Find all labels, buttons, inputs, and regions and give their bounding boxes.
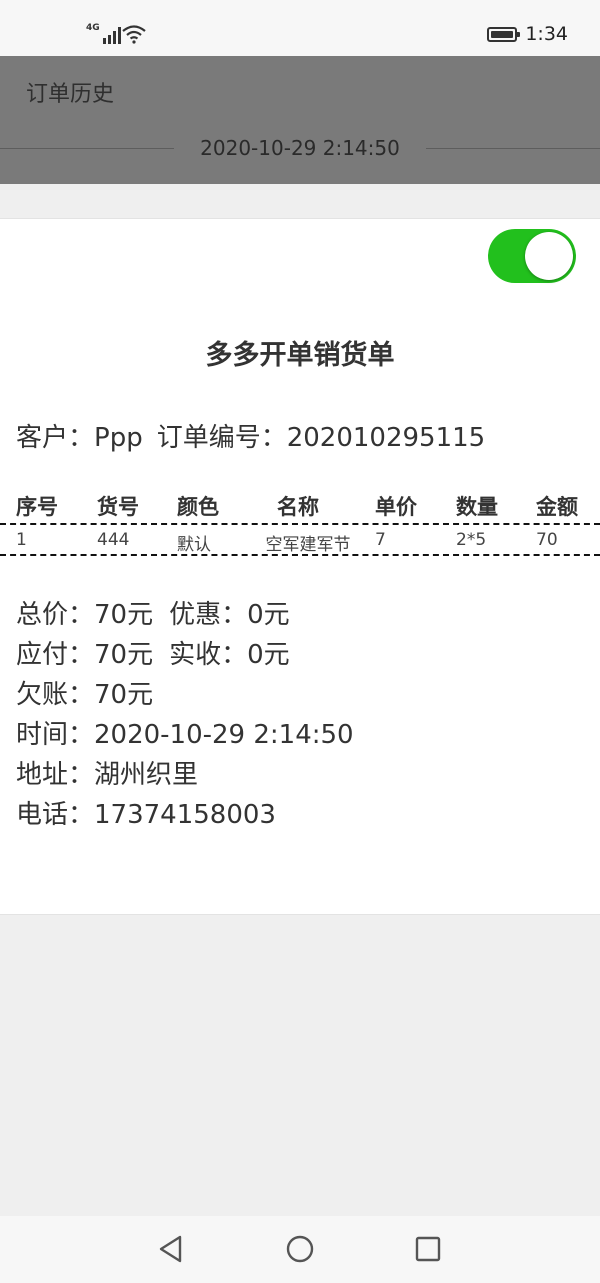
customer-order-line: 客户：Ppp 订单编号：202010295115	[16, 417, 485, 454]
phone: 电话：17374158003	[16, 800, 276, 830]
wifi-icon	[122, 25, 146, 44]
cell-name: 空军建军节	[265, 535, 351, 555]
amount-payable: 应付：70元	[16, 640, 154, 670]
column-header-code: 货号	[97, 495, 139, 519]
navigation-bar	[0, 1216, 600, 1283]
cell-code: 444	[97, 530, 130, 550]
table-row: 1 444 默认 空军建军节 7 2*5 70	[0, 526, 600, 556]
cell-color: 默认	[177, 535, 211, 555]
back-triangle-icon[interactable]	[156, 1234, 186, 1264]
cell-amount: 70	[536, 530, 558, 550]
order-summary: 总价：70元 优惠：0元 应付：70元 实收：0元 欠账：70元 时间：2020-1…	[16, 595, 354, 835]
column-header-color: 颜色	[177, 495, 219, 519]
status-time: 1:34	[525, 23, 568, 45]
customer-label: 客户：	[16, 423, 95, 453]
amount-received: 实收：0元	[169, 640, 290, 670]
cell-seq: 1	[16, 530, 27, 550]
date-divider: 2020-10-29 2:14:50	[0, 130, 600, 166]
toggle-knob	[525, 232, 573, 280]
column-header-amount: 金额	[536, 495, 578, 519]
order-date: 2020-10-29 2:14:50	[200, 136, 400, 160]
receipt-dialog: 多多开单销货单 客户：Ppp 订单编号：202010295115 序号 货号 颜色…	[0, 218, 600, 915]
page-title: 订单历史	[26, 82, 115, 107]
order-number-value: 202010295115	[286, 423, 486, 453]
address: 地址：湖州织里	[16, 760, 199, 790]
signal-bars-icon	[102, 26, 121, 44]
column-header-quantity: 数量	[456, 495, 498, 519]
page-header: 订单历史 2020-10-29 2:14:50	[0, 56, 600, 184]
column-header-seq: 序号	[16, 495, 58, 519]
customer-value: Ppp	[94, 423, 143, 453]
cellular-signal: 4G	[86, 22, 121, 44]
order-time: 时间：2020-10-29 2:14:50	[16, 720, 354, 750]
home-circle-icon[interactable]	[285, 1234, 315, 1264]
total-price: 总价：70元	[16, 600, 154, 630]
status-bar: 4G 1:34	[0, 0, 600, 56]
amount-owed: 欠账：70元	[16, 680, 154, 710]
print-toggle-switch[interactable]	[488, 229, 576, 283]
cell-quantity: 2*5	[456, 530, 487, 550]
table-header: 序号 货号 颜色 名称 单价 数量 金额	[0, 489, 600, 525]
receipt-title: 多多开单销货单	[205, 340, 395, 371]
divider-line-right	[425, 147, 600, 149]
recent-apps-square-icon[interactable]	[413, 1234, 443, 1264]
divider-line-left	[0, 147, 175, 149]
battery-icon	[487, 26, 521, 42]
column-header-price: 单价	[375, 495, 417, 519]
order-number-label: 订单编号：	[156, 423, 287, 453]
cell-price: 7	[375, 530, 386, 550]
network-type: 4G	[86, 23, 100, 33]
discount: 优惠：0元	[169, 600, 290, 630]
column-header-name: 名称	[277, 495, 319, 519]
